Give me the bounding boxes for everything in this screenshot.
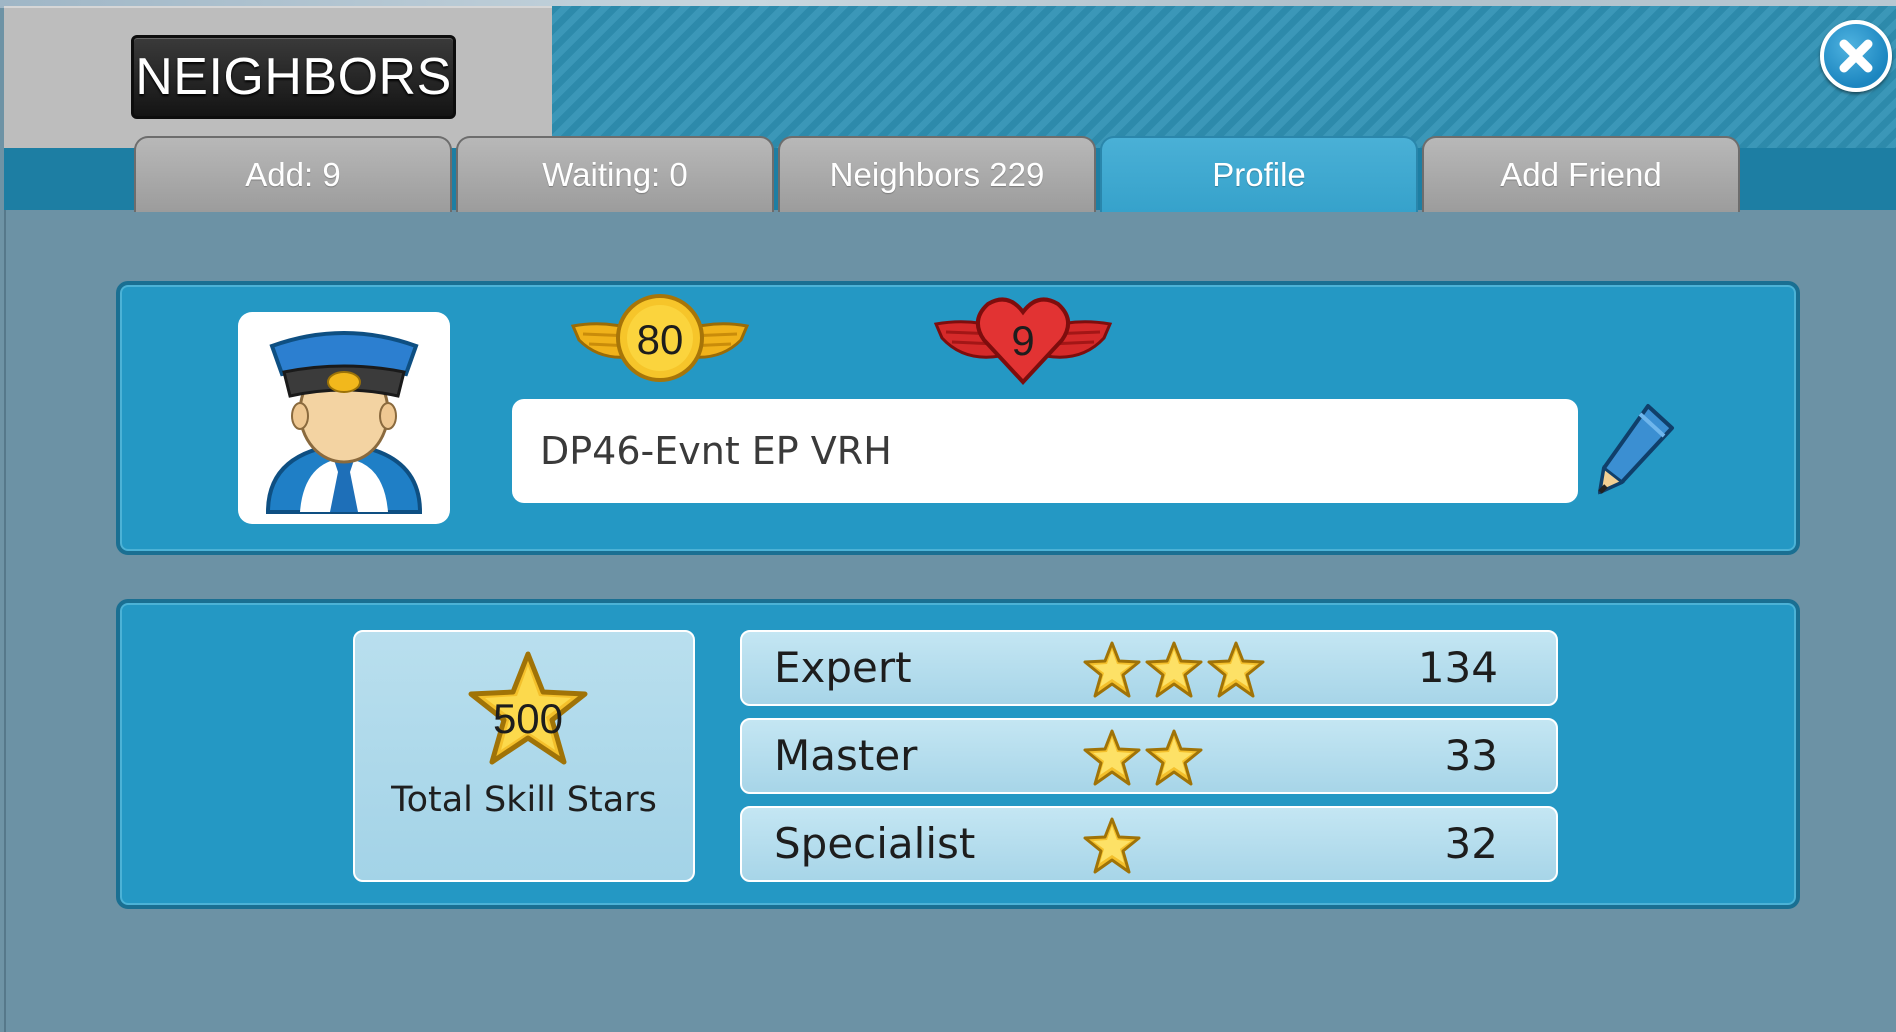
profile-name-field[interactable]: DP46-Evnt EP VRH — [512, 399, 1578, 503]
total-skill-stars-label: Total Skill Stars — [391, 780, 657, 820]
skill-stars — [1082, 640, 1266, 700]
close-button[interactable] — [1820, 20, 1892, 92]
skill-count: 32 — [1444, 819, 1498, 868]
skill-count: 134 — [1417, 643, 1498, 692]
total-skill-stars-card: 500 Total Skill Stars — [353, 630, 695, 882]
star-icon — [1207, 641, 1265, 698]
total-skill-stars-value: 500 — [492, 695, 564, 742]
edit-name-button[interactable] — [1596, 402, 1676, 500]
tab-waiting[interactable]: Waiting: 0 — [456, 136, 774, 212]
skill-name: Specialist — [774, 819, 976, 868]
title-plate: NEIGHBORS — [131, 35, 456, 119]
skill-name: Master — [774, 731, 918, 780]
skill-row-master: Master 33 — [740, 718, 1558, 794]
tab-add-friend-label: Add Friend — [1500, 156, 1662, 193]
skill-name: Expert — [774, 643, 912, 692]
conductor-avatar-icon — [265, 331, 423, 514]
star-icon — [1145, 729, 1203, 786]
profile-name-value: DP46-Evnt EP VRH — [540, 429, 892, 473]
star-icon — [1145, 641, 1203, 698]
header-banner — [552, 6, 1896, 148]
tab-add-label: Add: 9 — [245, 156, 341, 193]
star-icon — [1083, 641, 1141, 698]
tab-profile-label: Profile — [1212, 156, 1306, 193]
tab-add[interactable]: Add: 9 — [134, 136, 452, 212]
skill-row-specialist: Specialist 32 — [740, 806, 1558, 882]
page-title: NEIGHBORS — [135, 48, 452, 106]
skill-row-expert: Expert 134 — [740, 630, 1558, 706]
tab-neighbors[interactable]: Neighbors 229 — [778, 136, 1096, 212]
star-icon — [1083, 817, 1141, 874]
level-badge: 80 — [565, 290, 755, 390]
pencil-icon — [1598, 404, 1674, 495]
level-value: 80 — [636, 316, 684, 363]
star-icon — [1083, 729, 1141, 786]
hearts-badge: 9 — [930, 290, 1116, 390]
hearts-value: 9 — [1011, 317, 1035, 364]
skill-count: 33 — [1444, 731, 1498, 780]
avatar — [238, 312, 450, 524]
skill-stars — [1082, 816, 1142, 876]
skill-stars — [1082, 728, 1204, 788]
total-star: 500 — [465, 648, 591, 776]
close-icon — [1839, 39, 1873, 73]
tab-add-friend[interactable]: Add Friend — [1422, 136, 1740, 212]
tab-neighbors-label: Neighbors 229 — [829, 156, 1045, 193]
tab-waiting-label: Waiting: 0 — [542, 156, 688, 193]
tab-profile[interactable]: Profile — [1100, 136, 1418, 212]
